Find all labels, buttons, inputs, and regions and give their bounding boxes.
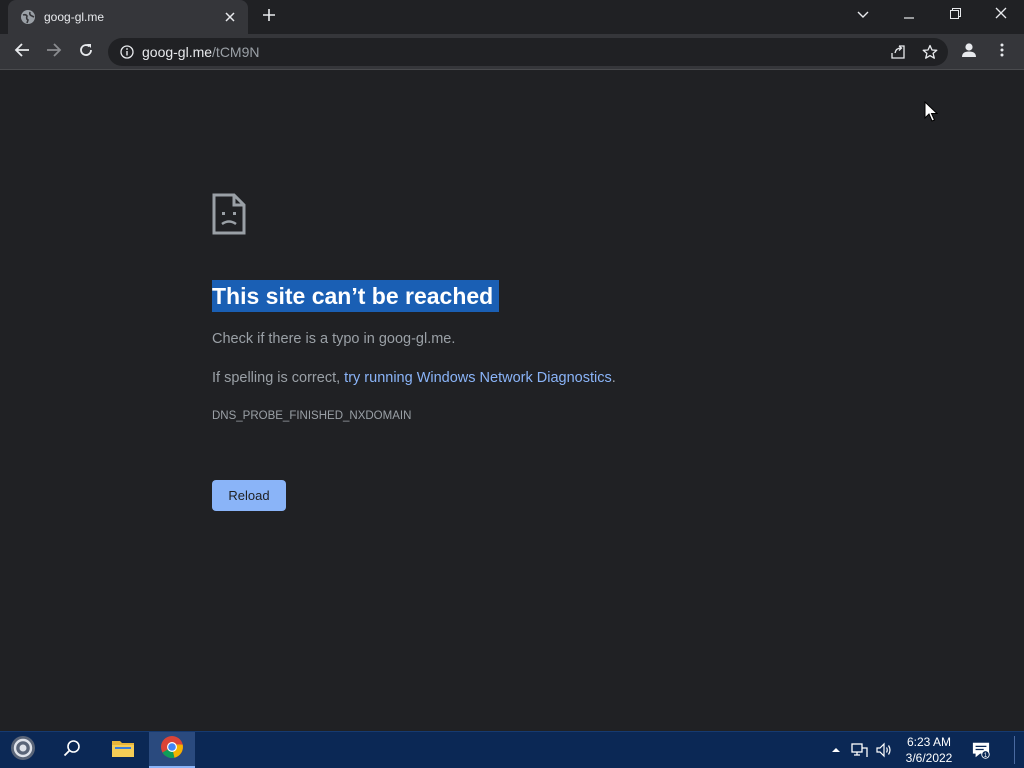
chrome-taskbar-button[interactable] (149, 732, 195, 768)
error-code: DNS_PROBE_FINISHED_NXDOMAIN (212, 410, 412, 422)
browser-tab[interactable]: goog-gl.me (8, 0, 248, 34)
notification-icon[interactable]: 1 (972, 741, 990, 759)
tab-title: goog-gl.me (44, 10, 105, 24)
sad-page-icon (212, 193, 246, 235)
show-desktop-button[interactable] (1014, 736, 1018, 764)
url-path: /tCM9N (212, 44, 260, 60)
volume-icon[interactable] (875, 741, 893, 759)
profile-button[interactable] (955, 38, 983, 66)
url-domain: goog-gl.me (142, 44, 213, 60)
forward-button[interactable] (40, 38, 68, 66)
kebab-menu-icon (1000, 43, 1004, 62)
back-button[interactable] (8, 38, 36, 66)
star-icon[interactable] (922, 44, 938, 60)
minimize-icon (904, 6, 914, 24)
start-icon (10, 735, 36, 766)
forward-arrow-icon (46, 42, 62, 63)
notification-count: 1 (984, 752, 988, 759)
profile-icon (960, 41, 978, 64)
plus-icon (262, 8, 276, 27)
address-bar[interactable]: goog-gl.me/tCM9N (108, 38, 948, 66)
close-icon[interactable] (222, 9, 238, 25)
new-tab-button[interactable] (259, 7, 279, 27)
tab-strip: goog-gl.me (0, 0, 1024, 34)
spelling-hint-prefix: If spelling is correct, (212, 370, 345, 386)
mouse-cursor-icon (924, 100, 939, 123)
close-icon (995, 6, 1007, 24)
typo-hint: Check if there is a typo in goog-gl.me. (212, 331, 456, 347)
reload-button[interactable] (72, 38, 100, 66)
network-diagnostics-link[interactable]: try running Windows Network Diagnostics (344, 370, 612, 386)
search-icon (63, 739, 81, 762)
error-heading: This site can’t be reached (212, 280, 500, 312)
menu-button[interactable] (988, 38, 1016, 66)
chevron-up-icon[interactable] (827, 741, 845, 759)
taskbar: 6:23 AM 3/6/2022 1 (0, 731, 1024, 768)
clock-time: 6:23 AM (906, 735, 952, 749)
globe-icon (20, 9, 36, 25)
folder-icon (111, 738, 135, 763)
close-window-button[interactable] (978, 0, 1024, 30)
back-arrow-icon (14, 42, 30, 63)
file-explorer-button[interactable] (100, 732, 146, 768)
restore-button[interactable] (932, 0, 978, 30)
chevron-down-icon (857, 6, 869, 24)
url-text: goog-gl.me/tCM9N (142, 44, 260, 60)
info-icon[interactable] (120, 45, 134, 59)
spelling-hint-suffix: . (611, 370, 616, 386)
restore-icon (949, 6, 961, 24)
minimize-button[interactable] (886, 0, 932, 30)
tab-search-button[interactable] (840, 0, 886, 30)
system-clock[interactable]: 6:23 AM 3/6/2022 (898, 734, 960, 766)
chrome-icon (160, 735, 184, 764)
page-content: This site can’t be reached Check if ther… (0, 71, 1024, 731)
start-button[interactable] (0, 732, 46, 768)
search-button[interactable] (49, 732, 95, 768)
share-icon[interactable] (890, 44, 906, 60)
reload-page-button[interactable]: Reload (212, 480, 286, 511)
spelling-hint: If spelling is correct, try running Wind… (212, 370, 616, 386)
reload-icon (78, 42, 94, 63)
clock-date: 3/6/2022 (905, 751, 953, 765)
network-icon[interactable] (851, 741, 869, 759)
